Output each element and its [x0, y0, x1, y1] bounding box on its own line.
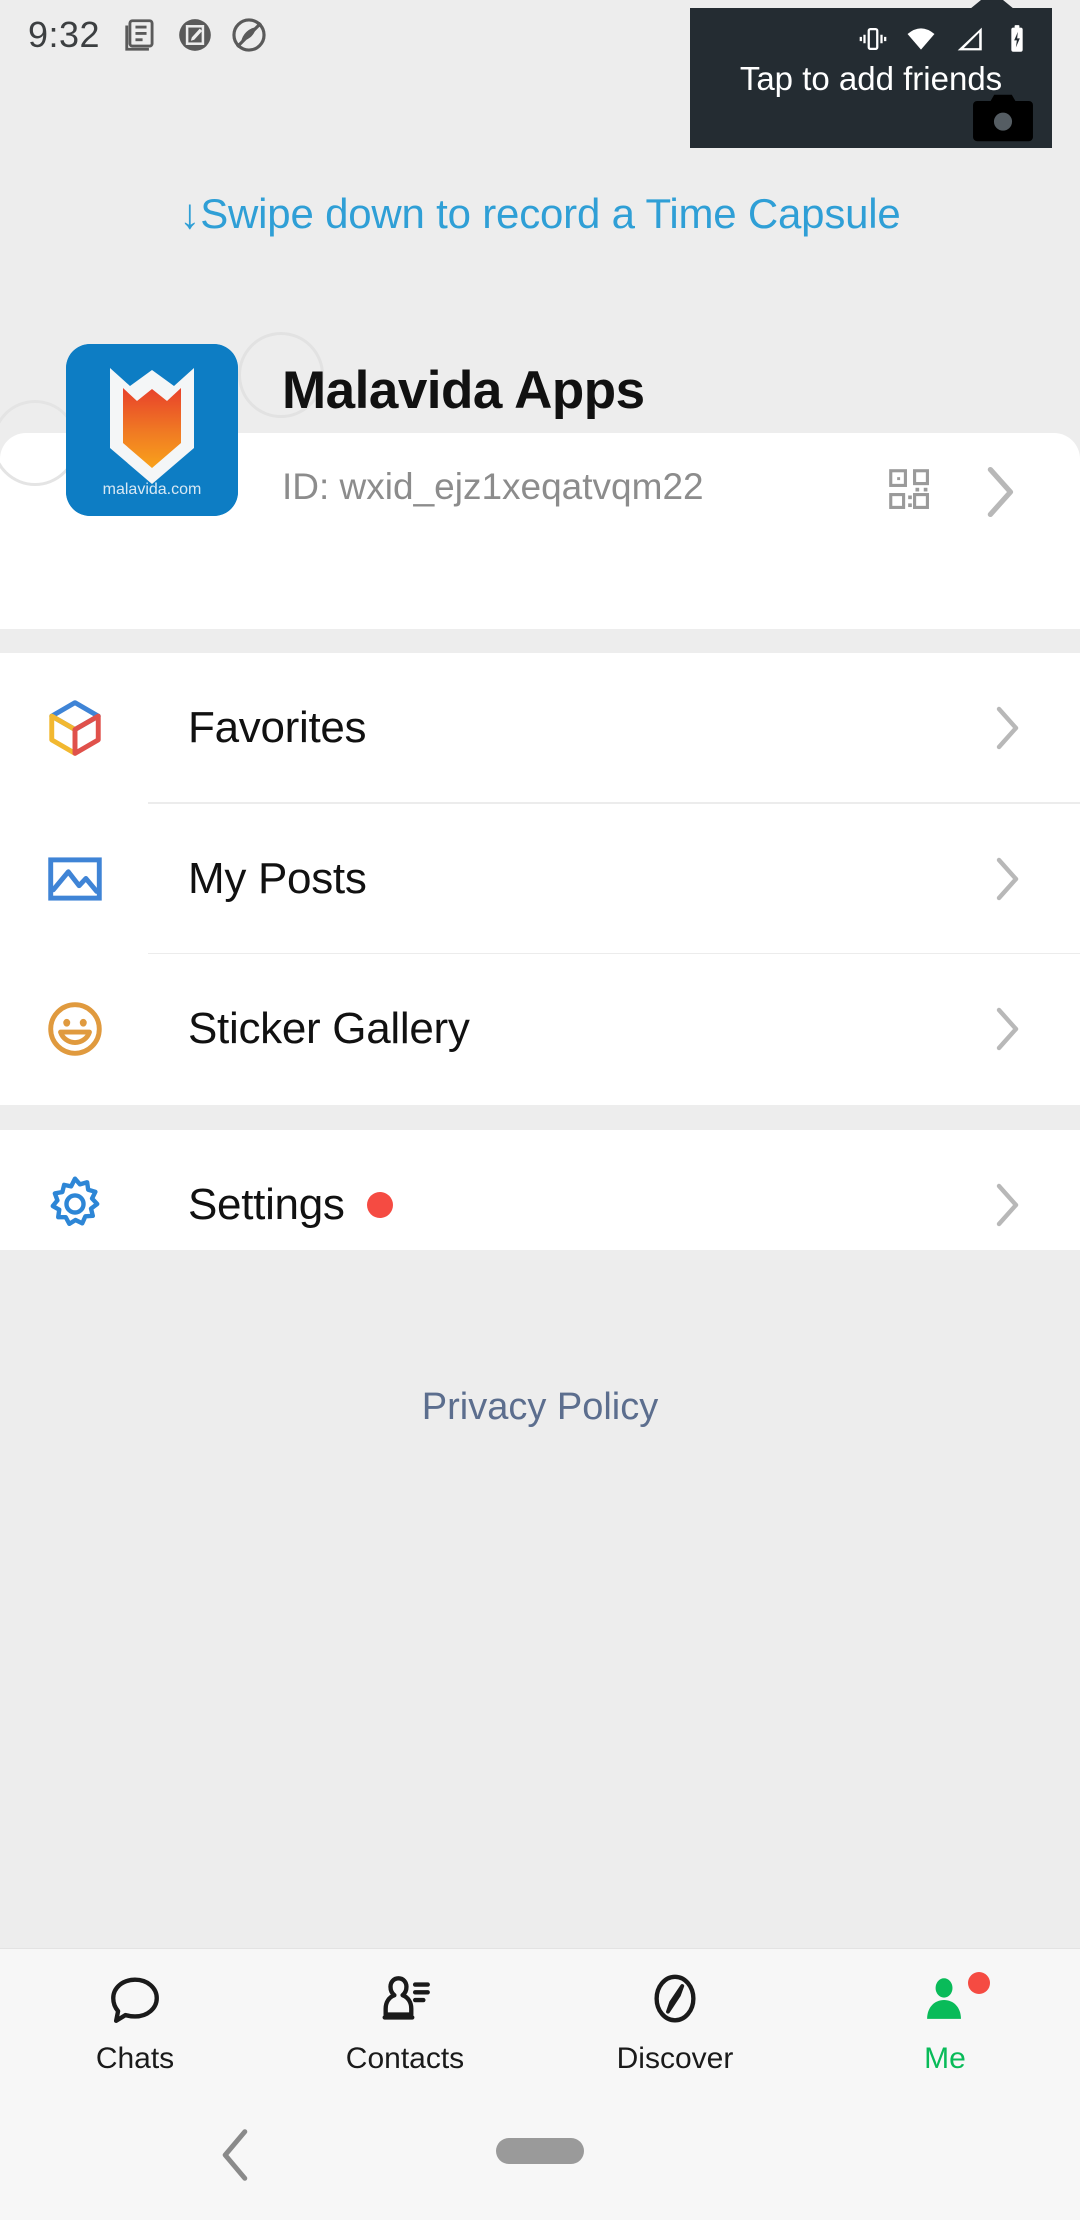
compass-icon	[646, 1970, 704, 2032]
svg-text:malavida.com: malavida.com	[103, 481, 202, 498]
nav-tab-discover[interactable]: Discover	[540, 1949, 810, 2096]
screenshot-edit-icon	[179, 19, 211, 51]
privacy-policy-link[interactable]: Privacy Policy	[0, 1386, 1080, 1429]
home-pill-indicator[interactable]	[496, 2138, 584, 2164]
menu-item-label: Settings	[188, 1180, 345, 1229]
nav-tab-label: Contacts	[345, 2041, 465, 2075]
do-not-disturb-icon	[232, 18, 266, 52]
status-badge	[968, 1971, 990, 1994]
nav-tab-label: Chats	[95, 2041, 175, 2075]
system-gesture-bar	[0, 2096, 1080, 2220]
chevron-right-icon[interactable]	[994, 857, 1022, 901]
photo-frame-icon	[40, 844, 110, 914]
chevron-right-icon[interactable]	[984, 466, 1018, 518]
chevron-right-icon[interactable]	[994, 1183, 1022, 1227]
speech-bubble-icon	[106, 1970, 164, 2032]
menu-item-sticker-gallery[interactable]: Sticker Gallery	[0, 954, 1080, 1105]
chevron-right-icon[interactable]	[994, 706, 1022, 750]
menu-group-settings: Settings	[0, 1130, 1080, 1250]
battery-charging-icon	[1011, 25, 1023, 52]
menu-item-label: Favorites	[188, 703, 367, 753]
profile-name: Malavida Apps	[282, 361, 645, 420]
cube-box-icon	[40, 693, 110, 763]
chevron-right-icon[interactable]	[994, 1007, 1022, 1051]
nav-tab-label: Me	[924, 2041, 966, 2075]
contacts-person-icon	[376, 1970, 434, 2032]
nav-tab-me[interactable]: Me	[810, 1949, 1080, 2096]
app-screen: 9:32 Tap to add friends ↓Swipe down to r…	[0, 0, 1080, 2220]
status-bar-notification-icons	[122, 16, 268, 54]
status-bar-system-icons	[856, 22, 1034, 56]
tooltip-notch	[970, 0, 1014, 9]
menu-item-label: My Posts	[188, 853, 367, 903]
gear-icon	[40, 1170, 110, 1240]
qr-code-icon[interactable]	[888, 468, 932, 512]
nav-tab-chats[interactable]: Chats	[0, 1949, 270, 2096]
avatar[interactable]: malavida.com	[66, 344, 238, 516]
status-badge	[366, 1192, 393, 1218]
status-bar-clock: 9:32	[28, 14, 101, 55]
menu-group-primary: Favorites My Posts Sticker Gallery	[0, 653, 1080, 1105]
menu-item-label: Sticker Gallery	[188, 1004, 470, 1054]
nav-tab-label: Discover	[616, 2041, 734, 2075]
menu-item-settings[interactable]: Settings	[0, 1130, 1080, 1280]
chevron-left-icon[interactable]	[218, 2128, 252, 2182]
bottom-navigation-bar: Chats Contacts Discover Me	[0, 1948, 1080, 2096]
malavida-logo-icon: malavida.com	[66, 344, 238, 516]
wifi-icon	[907, 28, 935, 50]
smiley-face-icon	[40, 994, 110, 1064]
nav-tab-contacts[interactable]: Contacts	[270, 1949, 540, 2096]
add-friends-tooltip[interactable]: Tap to add friends	[690, 0, 1052, 148]
vibrate-icon	[859, 27, 887, 51]
camera-icon[interactable]	[972, 92, 1034, 144]
person-icon	[916, 1970, 990, 2032]
cellular-signal-icon	[957, 27, 982, 51]
menu-item-my-posts[interactable]: My Posts	[0, 804, 1080, 955]
profile-id: ID: wxid_ejz1xeqatvqm22	[282, 466, 704, 507]
time-capsule-swipe-hint[interactable]: ↓Swipe down to record a Time Capsule	[0, 190, 1080, 238]
menu-item-favorites[interactable]: Favorites	[0, 653, 1080, 804]
news-icon	[125, 19, 154, 51]
